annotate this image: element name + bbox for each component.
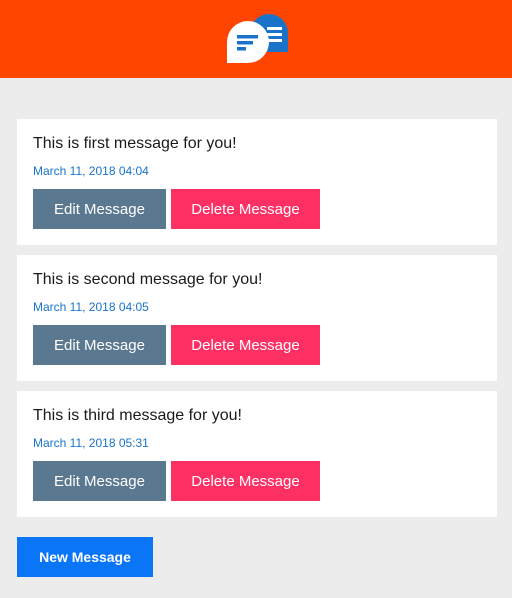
message-card: This is third message for you! March 11,… — [17, 391, 497, 517]
chat-bubbles-icon — [226, 13, 290, 65]
edit-message-button[interactable]: Edit Message — [33, 461, 166, 501]
edit-message-button[interactable]: Edit Message — [33, 189, 166, 229]
message-actions: Edit Message Delete Message — [33, 461, 320, 501]
message-date: March 11, 2018 04:05 — [33, 300, 149, 314]
message-actions: Edit Message Delete Message — [33, 189, 320, 229]
new-message-button[interactable]: New Message — [17, 537, 153, 577]
delete-message-button[interactable]: Delete Message — [171, 189, 320, 229]
message-date: March 11, 2018 04:04 — [33, 164, 149, 178]
message-text: This is first message for you! — [33, 135, 237, 152]
message-card: This is second message for you! March 11… — [17, 255, 497, 381]
edit-message-button[interactable]: Edit Message — [33, 325, 166, 365]
message-date: March 11, 2018 05:31 — [33, 436, 149, 450]
delete-message-button[interactable]: Delete Message — [171, 461, 320, 501]
app-header — [0, 0, 512, 78]
message-list: This is first message for you! March 11,… — [17, 119, 497, 527]
message-text: This is second message for you! — [33, 271, 263, 288]
message-actions: Edit Message Delete Message — [33, 325, 320, 365]
message-text: This is third message for you! — [33, 407, 242, 424]
delete-message-button[interactable]: Delete Message — [171, 325, 320, 365]
message-card: This is first message for you! March 11,… — [17, 119, 497, 245]
